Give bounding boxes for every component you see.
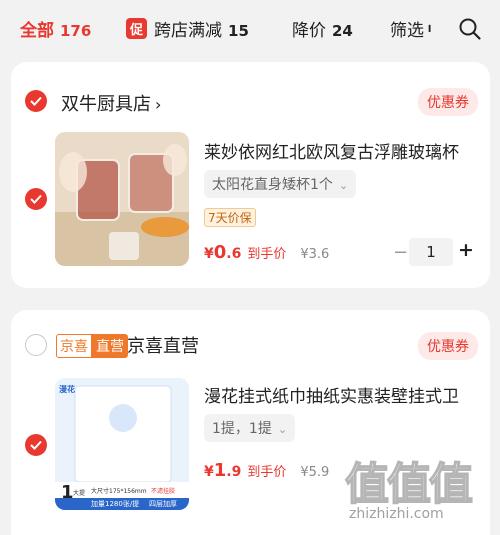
price-suffix: 到手价 <box>247 247 287 262</box>
top-filter-bar: 全部 176 促跨店满减 15 降价 24 筛选 ╹ <box>0 0 500 56</box>
product-image-tissue[interactable]: 漫花 大尺寸175*156mm 不滤挂胶 1 大提 加量1280张/提 四层加厚 <box>55 378 189 510</box>
watermark-logo: 值值值 <box>344 458 474 511</box>
filter-mark: ╹ <box>426 25 434 39</box>
item-select-checkbox[interactable] <box>25 434 47 456</box>
thumb-bottom-text-2: 四层加厚 <box>149 500 177 508</box>
tab-promo-count: 15 <box>228 22 249 40</box>
thumb-unit: 大提 <box>73 490 86 497</box>
watermark: 值值值 zhizhizhi.com <box>344 448 495 528</box>
tab-price-drop-count: 24 <box>332 22 353 40</box>
search-icon[interactable] <box>458 17 482 41</box>
product-title[interactable]: 莱妙依网红北欧风复古浮雕玻璃杯 <box>204 138 459 163</box>
quantity-decrease-button[interactable]: − <box>393 242 408 263</box>
shop-name-link[interactable]: 双牛厨具店 › <box>61 90 161 116</box>
shop-select-checkbox-empty[interactable] <box>25 334 47 356</box>
tab-price-drop[interactable]: 降价 24 <box>292 16 353 41</box>
thumb-tag-text: 不滤挂胶 <box>151 488 176 495</box>
spec-text: 1提，1提 <box>212 421 272 437</box>
price-decimal: .6 <box>226 246 242 262</box>
coupon-button[interactable]: 优惠券 <box>418 88 478 116</box>
price-protection-tag: 7天价保 <box>204 208 256 227</box>
shop-select-checkbox[interactable] <box>25 90 47 112</box>
tab-filter-label: 筛选 <box>390 21 424 41</box>
watermark-url: zhizhizhi.com <box>349 506 444 522</box>
tab-promo-label: 跨店满减 <box>154 21 223 41</box>
thumb-count: 1 <box>61 482 74 503</box>
chevron-down-icon: ⌄ <box>277 423 288 436</box>
original-price: ¥3.6 <box>300 247 330 262</box>
tab-all-label: 全部 <box>20 21 54 41</box>
tab-all[interactable]: 全部 176 <box>20 16 91 41</box>
price-row: ¥0.6 到手价 ¥3.6 <box>204 242 329 263</box>
product-image-glass-cups[interactable] <box>55 132 189 266</box>
spec-selector[interactable]: 1提，1提 ⌄ <box>204 414 296 442</box>
jingxi-shop-badge: 京喜 直营 <box>56 334 128 358</box>
tab-price-drop-label: 降价 <box>292 21 326 41</box>
coupon-button[interactable]: 优惠券 <box>418 332 478 360</box>
shop-name[interactable]: 京喜直营 <box>127 332 199 358</box>
spec-text: 太阳花直身矮杯1个 <box>212 177 333 193</box>
quantity-input[interactable]: 1 <box>409 238 453 266</box>
price-currency: ¥ <box>204 246 214 262</box>
shop-name: 双牛厨具店 <box>61 94 151 115</box>
chevron-down-icon: ⌄ <box>338 179 349 192</box>
item-select-checkbox[interactable] <box>25 188 47 210</box>
price-suffix: 到手价 <box>247 465 287 480</box>
price-integer: 1 <box>213 460 227 481</box>
badge-direct: 直营 <box>92 334 128 358</box>
tab-all-count: 176 <box>60 22 92 40</box>
price-currency: ¥ <box>204 464 214 480</box>
chevron-right-icon: › <box>155 95 162 114</box>
tab-filter[interactable]: 筛选 ╹ <box>390 16 433 41</box>
thumb-brand-text: 漫花 <box>59 385 75 394</box>
thumb-bottom-text: 加量1280张/提 <box>91 500 140 508</box>
thumb-size-text: 大尺寸175*156mm <box>91 488 147 495</box>
promo-badge: 促 <box>126 18 148 39</box>
price-row: ¥1.9 到手价 ¥5.9 <box>204 460 329 481</box>
quantity-increase-button[interactable]: + <box>458 239 474 261</box>
product-title[interactable]: 漫花挂式纸巾抽纸实惠装壁挂式卫 <box>204 382 459 407</box>
badge-jingxi: 京喜 <box>56 334 92 358</box>
price-integer: 0 <box>213 242 227 263</box>
shop-card-shuangniu: 双牛厨具店 › 优惠券 莱妙依网红北欧风复古浮雕玻璃杯 太阳花直身矮杯1个 ⌄ 7天… <box>11 62 490 288</box>
spec-selector[interactable]: 太阳花直身矮杯1个 ⌄ <box>204 170 357 198</box>
original-price: ¥5.9 <box>300 465 330 480</box>
price-decimal: .9 <box>226 464 242 480</box>
tab-cross-store-discount[interactable]: 促跨店满减 15 <box>126 16 249 41</box>
